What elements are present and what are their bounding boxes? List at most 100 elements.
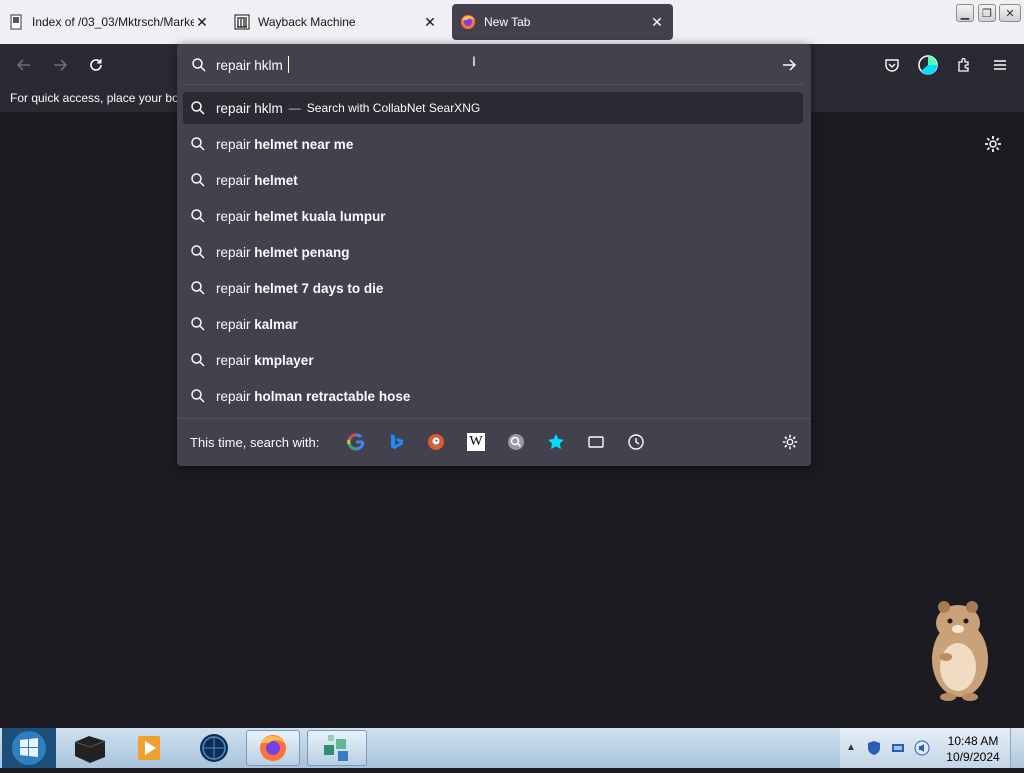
google-icon — [347, 433, 365, 451]
text-caret — [288, 56, 289, 73]
tab-title: Index of /03_03/Mktrsch/Marke — [32, 15, 194, 29]
search-icon — [191, 101, 205, 115]
taskbar-app-terminal[interactable] — [70, 730, 110, 766]
back-arrow-icon — [16, 59, 30, 71]
menu-button[interactable] — [988, 53, 1012, 77]
tray-volume-icon[interactable] — [914, 740, 930, 756]
close-tab-icon[interactable]: ✕ — [649, 14, 665, 30]
account-icon — [918, 55, 938, 75]
tray-network-icon[interactable] — [890, 740, 906, 756]
tab-index[interactable]: Index of /03_03/Mktrsch/Marke ✕ — [0, 4, 218, 40]
close-tab-icon[interactable]: ✕ — [194, 14, 210, 30]
pocket-icon — [885, 59, 899, 72]
suggestion-prefix: repair — [216, 208, 251, 224]
suggestion-prefix: repair — [216, 352, 251, 368]
restore-icon: ❐ — [982, 7, 992, 20]
urlbar-input-box[interactable]: repair hklm I — [183, 47, 805, 83]
network-icon — [892, 744, 904, 752]
volume-icon — [914, 740, 930, 756]
start-button[interactable] — [2, 728, 56, 768]
gear-icon — [782, 434, 798, 450]
back-button[interactable] — [12, 53, 36, 77]
clock-time: 10:48 AM — [947, 734, 999, 748]
urlbar-text[interactable]: repair hklm — [216, 58, 287, 73]
shield-icon — [868, 741, 880, 755]
reload-button[interactable] — [84, 53, 108, 77]
suggestion-row[interactable]: repair holman retractable hose — [183, 380, 803, 412]
suggestion-completion: helmet — [254, 172, 298, 188]
suggestion-completion: kmplayer — [254, 352, 314, 368]
pocket-button[interactable] — [880, 53, 904, 77]
suggestion-row[interactable]: repair hklm — Search with CollabNet Sear… — [183, 92, 803, 124]
suggestion-prefix: repair — [216, 244, 251, 260]
customize-button[interactable] — [983, 134, 1003, 154]
suggestion-row[interactable]: repair helmet — [183, 164, 803, 196]
suggestion-row[interactable]: repair helmet near me — [183, 128, 803, 160]
suggestion-row[interactable]: repair kmplayer — [183, 344, 803, 376]
extensions-button[interactable] — [952, 53, 976, 77]
suggestion-completion: holman retractable hose — [254, 388, 411, 404]
bookmarks-search-button[interactable] — [546, 432, 566, 452]
tab-title: Wayback Machine — [258, 15, 356, 29]
taskbar-app-media[interactable] — [130, 730, 170, 766]
suggestion-prefix: repair — [216, 280, 251, 296]
wikipedia-icon: W — [467, 433, 485, 451]
go-arrow-icon[interactable] — [781, 57, 797, 73]
forward-arrow-icon — [54, 59, 68, 71]
search-icon — [191, 173, 205, 187]
show-hidden-icons-button[interactable]: ▲ — [846, 742, 856, 753]
reload-icon — [90, 59, 102, 71]
suggestion-prefix: repair — [216, 172, 251, 188]
suggestion-completion: helmet kuala lumpur — [254, 208, 386, 224]
search-icon — [191, 389, 205, 403]
one-off-label: This time, search with: — [190, 435, 320, 450]
suggestion-text: repair hklm — [216, 100, 283, 116]
suggestion-prefix: repair — [216, 136, 251, 152]
history-search-button[interactable] — [626, 432, 646, 452]
google-engine-button[interactable] — [346, 432, 366, 452]
search-icon — [192, 58, 206, 72]
clock-date: 10/9/2024 — [946, 750, 1000, 764]
suggestion-separator: — — [288, 101, 301, 115]
show-desktop-button[interactable] — [1010, 728, 1024, 768]
taskbar-app-network[interactable] — [307, 730, 367, 766]
close-tab-icon[interactable]: ✕ — [422, 14, 438, 30]
duckduckgo-engine-button[interactable] — [426, 432, 446, 452]
tray-app-icon[interactable] — [866, 740, 882, 756]
searxng-engine-button[interactable] — [506, 432, 526, 452]
tab-wayback[interactable]: Wayback Machine ✕ — [226, 4, 446, 40]
bing-icon — [391, 434, 403, 450]
chevron-up-icon: ▲ — [846, 742, 856, 753]
wayback-icon — [234, 14, 250, 30]
restore-button[interactable]: ❐ — [978, 4, 996, 22]
network-cubes-icon — [324, 735, 348, 761]
tab-new-tab[interactable]: New Tab ✕ — [452, 4, 673, 40]
tabs-search-button[interactable] — [586, 432, 606, 452]
bookmarks-hint: For quick access, place your boo — [10, 91, 186, 105]
forward-button[interactable] — [48, 53, 72, 77]
bing-engine-button[interactable] — [386, 432, 406, 452]
history-icon — [628, 434, 644, 450]
close-window-button[interactable]: ✕ — [999, 4, 1021, 22]
searxng-icon — [508, 434, 524, 450]
minimize-button[interactable]: ▁ — [956, 4, 974, 22]
tray-clock[interactable]: 10:48 AM 10/9/2024 — [940, 733, 1006, 765]
taskbar-app-globe[interactable] — [194, 730, 234, 766]
account-button[interactable] — [916, 53, 940, 77]
duckduckgo-icon — [428, 434, 444, 450]
suggestion-row[interactable]: repair helmet penang — [183, 236, 803, 268]
search-settings-button[interactable] — [780, 432, 800, 452]
text-cursor-icon: I — [472, 53, 476, 69]
suggestion-row[interactable]: repair helmet kuala lumpur — [183, 200, 803, 232]
search-icon — [191, 281, 205, 295]
search-icon — [191, 245, 205, 259]
suggestion-completion: helmet near me — [254, 136, 354, 152]
suggestion-row[interactable]: repair helmet 7 days to die — [183, 272, 803, 304]
taskbar-app-firefox[interactable] — [246, 730, 300, 766]
globe-app-icon — [200, 734, 228, 762]
suggestion-row[interactable]: repair kalmar — [183, 308, 803, 340]
wikipedia-engine-button[interactable]: W — [466, 432, 486, 452]
search-icon — [191, 209, 205, 223]
puzzle-icon — [958, 57, 969, 72]
urlbar-divider — [183, 84, 805, 85]
